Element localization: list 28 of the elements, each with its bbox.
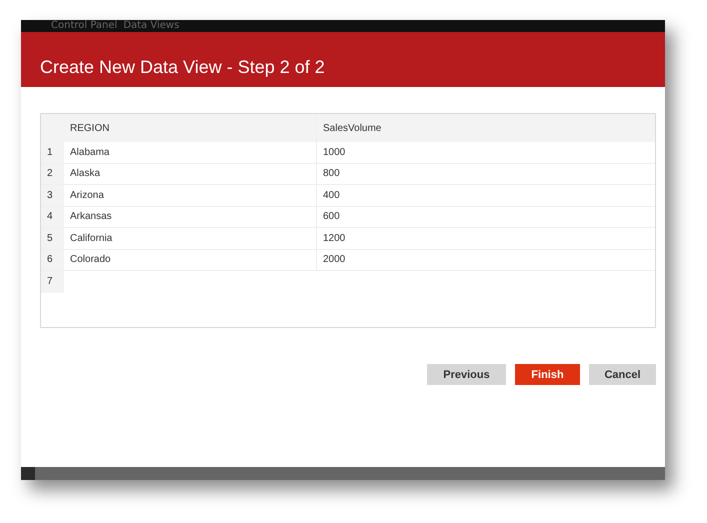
table-cell-text: 600 <box>322 210 341 224</box>
row-number: 1 <box>41 142 64 162</box>
table-cell: Arkansas <box>64 206 317 227</box>
table-cell: Arizona <box>64 185 317 206</box>
row-number: 2 <box>41 164 64 184</box>
table-cell-text: 1000 <box>322 146 346 160</box>
column-header[interactable]: SalesVolume <box>317 114 655 142</box>
dialog-button[interactable]: Previous <box>427 364 506 385</box>
row-number: 6 <box>41 250 64 270</box>
row-number: 5 <box>41 228 64 248</box>
row-number: 7 <box>41 271 64 292</box>
table-cell: California <box>64 228 317 248</box>
table-cell: Alaska <box>64 164 317 184</box>
column-header[interactable]: REGION <box>64 114 317 142</box>
finish-button[interactable]: Finish <box>515 364 580 385</box>
dialog-title: Create New Data View - Step 2 of 2 <box>40 57 325 78</box>
row-number: 4 <box>41 206 64 227</box>
table-cell-text: 2000 <box>322 253 346 268</box>
table-cell-text: 800 <box>322 167 341 182</box>
row-number: 3 <box>41 185 64 206</box>
footer-block <box>21 467 35 480</box>
dialog-button[interactable]: Cancel <box>589 364 656 385</box>
table-cell-text: 400 <box>322 188 341 203</box>
background-window-subtitle: Data Views <box>123 20 180 32</box>
table-cell: Colorado <box>64 250 317 270</box>
table-cell-text: 1200 <box>322 232 346 246</box>
background-window-title: Control Panel <box>51 20 118 32</box>
table-cell: Alabama <box>64 142 317 162</box>
